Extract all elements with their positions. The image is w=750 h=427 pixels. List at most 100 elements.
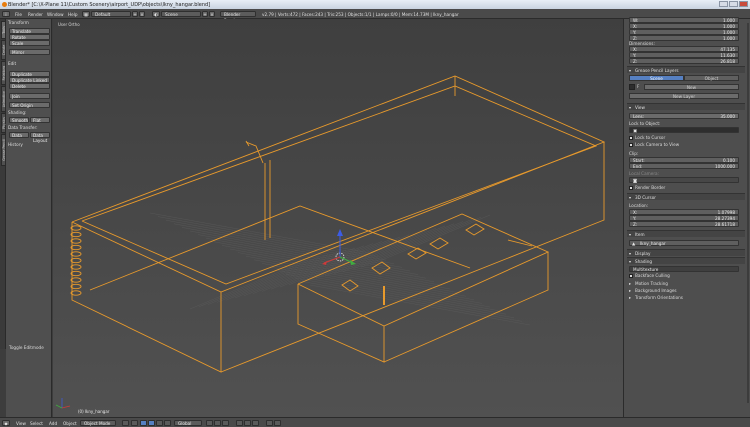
3d-cursor-panel-header[interactable]: 3D Cursor [627, 193, 745, 201]
menu-file[interactable]: File [15, 12, 22, 17]
rotation-z-field[interactable]: Z: 1.000 [629, 35, 739, 41]
cursor-y-field[interactable]: Y: 28.27394 [629, 215, 739, 221]
3d-viewport[interactable] [53, 19, 623, 417]
local-camera-field[interactable]: ◙ [629, 177, 739, 183]
grease-pencil-panel-header[interactable]: Grease Pencil Layers [627, 66, 745, 74]
menu-window[interactable]: Window [47, 12, 64, 17]
scene-remove-button[interactable]: × [209, 10, 215, 17]
editor-type-3d-icon[interactable]: ◆ [2, 419, 10, 426]
shading-mode-select[interactable]: Multitexture [629, 266, 739, 272]
editor-type-icon[interactable]: i [2, 10, 10, 17]
mirror-button[interactable]: Mirror [9, 49, 50, 55]
grease-new-layer-button[interactable]: New Layer [629, 93, 739, 99]
dimension-x-field[interactable]: X: 47.135 [629, 46, 739, 52]
grease-new-button[interactable]: New [644, 84, 739, 90]
layout-field[interactable]: Default [91, 10, 131, 17]
transform-orientation-select[interactable]: Global [174, 419, 202, 426]
rotate-manipulator-icon[interactable] [156, 419, 163, 426]
duplicate-button[interactable]: Duplicate [9, 71, 50, 77]
translate-manipulator-icon[interactable] [148, 419, 155, 426]
view-panel-header[interactable]: View [627, 103, 745, 111]
grease-scene-tab[interactable]: Scene [629, 75, 684, 81]
snap-icon[interactable] [244, 419, 251, 426]
close-icon[interactable] [739, 1, 748, 7]
clip-start-field[interactable]: Start: 0.100 [629, 157, 739, 163]
data-button[interactable]: Data [9, 132, 29, 138]
layer-1-icon[interactable] [206, 419, 213, 426]
toggle-editmode-operator[interactable]: Toggle Editmode [6, 345, 52, 350]
scale-manipulator-icon[interactable] [164, 419, 171, 426]
item-name-field[interactable]: ▲ lkny_hangar [629, 240, 739, 246]
history-section-title[interactable]: History [8, 142, 23, 147]
motion-tracking-label[interactable]: Motion Tracking [635, 281, 668, 286]
transform-section-title[interactable]: Transform [8, 20, 29, 25]
layer-2-icon[interactable] [214, 419, 221, 426]
menu-help[interactable]: Help [68, 12, 78, 17]
tab-create[interactable]: Create [0, 40, 6, 60]
scene-add-button[interactable]: + [202, 10, 208, 17]
cursor-x-field[interactable]: X: 1.07998 [629, 209, 739, 215]
menu-select[interactable]: Select [30, 421, 43, 426]
flat-button[interactable]: Flat [30, 117, 50, 123]
menu-view[interactable]: View [16, 421, 26, 426]
dimension-z-field[interactable]: Z: 26.818 [629, 58, 739, 64]
data-layout-button[interactable]: Data Layout [30, 132, 50, 143]
tab-relations[interactable]: Relations [0, 61, 6, 85]
layout-add-button[interactable]: + [132, 10, 138, 17]
menu-render[interactable]: Render [28, 12, 43, 17]
shading-panel-header[interactable]: Shading [627, 257, 745, 265]
opengl-anim-icon[interactable] [274, 419, 281, 426]
background-images-expand-icon[interactable]: ▸ [629, 288, 631, 293]
proportional-edit-icon[interactable] [236, 419, 243, 426]
menu-add[interactable]: Add [49, 421, 57, 426]
delete-button[interactable]: Delete [9, 83, 50, 89]
translate-button[interactable]: Translate [9, 28, 50, 34]
minimize-icon[interactable] [719, 1, 728, 7]
scale-button[interactable]: Scale [9, 40, 50, 46]
transform-orientations-label[interactable]: Transform Orientations [635, 295, 683, 300]
snap-element-icon[interactable] [252, 419, 259, 426]
rotation-w-field[interactable]: W: 1.000 [629, 17, 739, 23]
render-border-checkbox[interactable] [629, 186, 633, 190]
layer-3-icon[interactable] [222, 419, 229, 426]
scene-field[interactable]: Scene [161, 10, 201, 17]
properties-scrollbar[interactable] [747, 23, 749, 403]
render-engine-select[interactable]: Blender Render [220, 10, 256, 23]
edit-section-title[interactable]: Edit [8, 61, 16, 66]
join-button[interactable]: Join [9, 93, 50, 99]
gizmo-z-arrow-icon[interactable] [337, 229, 343, 236]
grease-object-tab[interactable]: Object [684, 75, 739, 81]
lock-camera-checkbox[interactable] [629, 143, 633, 147]
scene-icon[interactable]: ◐ [152, 10, 160, 17]
rotate-button[interactable]: Rotate [9, 34, 50, 40]
motion-tracking-expand-icon[interactable]: ▸ [629, 281, 631, 286]
display-panel-header[interactable]: Display [627, 249, 745, 257]
menu-object[interactable]: Object [63, 421, 77, 426]
maximize-icon[interactable] [729, 1, 738, 7]
tab-physics[interactable]: Physics [0, 113, 6, 133]
tab-grease-pencil[interactable]: Grease Pencil [0, 134, 6, 166]
screen-layout-icon[interactable]: ▦ [82, 10, 90, 17]
layout-remove-button[interactable]: × [139, 10, 145, 17]
set-origin-button[interactable]: Set Origin [9, 102, 50, 108]
pivot-point-icon[interactable] [131, 419, 138, 426]
clip-end-field[interactable]: End: 1000.000 [629, 163, 739, 169]
mode-select[interactable]: Object Mode [80, 419, 116, 426]
cursor-z-field[interactable]: Z: 28.61718 [629, 221, 739, 227]
dimension-y-field[interactable]: Y: 11.630 [629, 52, 739, 58]
opengl-render-icon[interactable] [266, 419, 273, 426]
duplicate-linked-button[interactable]: Duplicate Linked [9, 77, 50, 83]
tab-animation[interactable]: Animation [0, 86, 6, 112]
transform-orientations-expand-icon[interactable]: ▸ [629, 295, 631, 300]
fake-user-icon[interactable]: F [637, 84, 641, 90]
smooth-button[interactable]: Smooth [9, 117, 29, 123]
viewport-shading-icon[interactable] [122, 419, 129, 426]
manipulator-toggle-icon[interactable] [140, 419, 147, 426]
backface-culling-checkbox[interactable] [629, 274, 633, 278]
rotation-x-field[interactable]: X: 1.000 [629, 23, 739, 29]
lens-field[interactable]: Lens: 35.000 [629, 113, 739, 119]
rotation-y-field[interactable]: Y: 1.000 [629, 29, 739, 35]
item-panel-header[interactable]: Item [627, 230, 745, 238]
lock-object-field[interactable]: ▣ [629, 127, 739, 133]
background-images-label[interactable]: Background Images [635, 288, 677, 293]
